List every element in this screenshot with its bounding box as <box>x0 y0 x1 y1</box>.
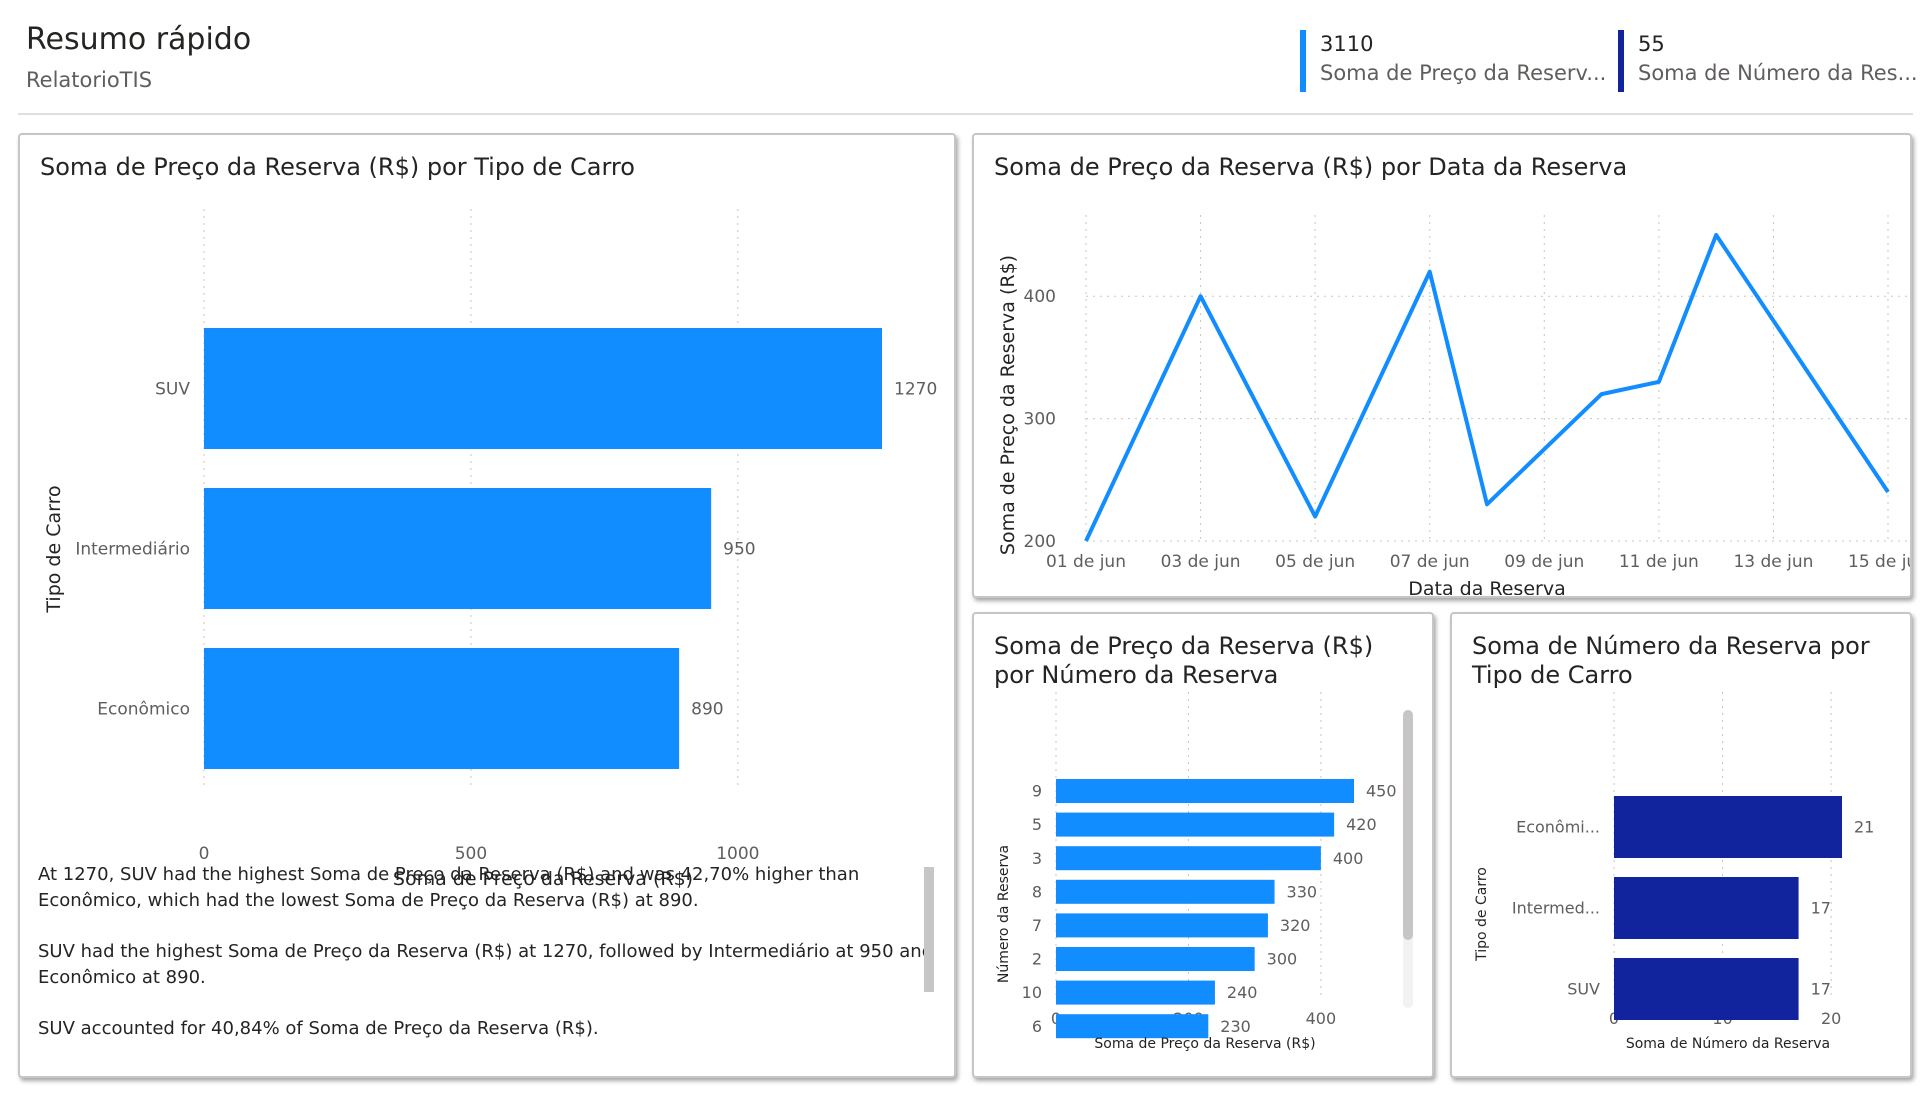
data-label: 230 <box>1220 1017 1251 1036</box>
y-tick-label: 200 <box>1024 532 1056 552</box>
bar <box>1056 947 1255 971</box>
x-tick-label: 13 de jun <box>1733 552 1813 572</box>
chart-title: Soma de Preço da Reserva (R$) por Data d… <box>994 153 1628 181</box>
bar <box>1614 877 1799 939</box>
chart-svg-count-by-car: 01020Econômi...21Intermed...17SUV17Soma … <box>1474 692 1874 1052</box>
y-category-label: 2 <box>1032 950 1042 969</box>
narrative-paragraph: SUV had the highest Soma de Preço da Res… <box>38 941 934 988</box>
y-category-label: 10 <box>1022 983 1042 1002</box>
bar <box>1056 846 1321 871</box>
x-tick-label: 400 <box>1306 1009 1337 1028</box>
data-label: 240 <box>1227 983 1258 1002</box>
bar <box>1056 779 1354 803</box>
y-category-label: 8 <box>1032 882 1042 901</box>
x-tick-label: 0 <box>199 844 210 864</box>
y-category-label: SUV <box>155 379 190 399</box>
kpi-value: 3110 <box>1320 32 1374 56</box>
smart-narrative: At 1270, SUV had the highest Soma de Pre… <box>38 862 938 1067</box>
series-line <box>1084 233 1890 542</box>
y-tick-label: 400 <box>1024 287 1056 307</box>
y-category-label: 9 <box>1032 782 1042 801</box>
y-category-label: SUV <box>1567 980 1600 999</box>
y-category-label: Intermediário <box>75 539 190 559</box>
data-label: 21 <box>1854 818 1874 837</box>
y-axis-title: Tipo de Carro <box>1474 867 1490 962</box>
data-label: 950 <box>723 539 755 559</box>
y-axis-title: Número da Reserva <box>996 845 1012 983</box>
x-tick-label: 09 de jun <box>1504 552 1584 572</box>
bar <box>204 648 680 769</box>
header-divider <box>18 113 1913 115</box>
chart-svg-price-by-date: 200 300 400 01 de jun 03 de jun 05 de jun 07 d… <box>997 215 1910 595</box>
y-category-label: 5 <box>1032 815 1042 834</box>
data-label: 890 <box>691 699 723 719</box>
narrative-scrollbar[interactable] <box>924 867 934 992</box>
x-tick-label: 1000 <box>716 844 759 864</box>
data-label: 1270 <box>894 379 937 399</box>
chart-card-price-by-car[interactable]: Soma de Preço da Reserva (R$) por Tipo d… <box>18 133 956 1078</box>
bar <box>1056 1014 1209 1039</box>
y-tick-label: 300 <box>1024 410 1056 430</box>
report-name: RelatorioTIS <box>26 68 153 92</box>
bar <box>1056 879 1275 904</box>
y-axis-title: Tipo de Carro <box>43 485 65 613</box>
x-tick-label: 15 de jun <box>1848 552 1910 572</box>
kpi-card-total-price[interactable]: 3110 Soma de Preço da Reserv... <box>1300 30 1610 92</box>
data-label: 17 <box>1811 899 1831 918</box>
y-category-label: 6 <box>1032 1017 1042 1036</box>
x-axis-title: Soma de Preço da Reserva (R$) <box>1094 1036 1315 1052</box>
bar <box>1056 812 1335 837</box>
bar <box>1614 958 1799 1020</box>
chart-card-count-by-car[interactable]: Soma de Número da Reserva por Tipo de Ca… <box>1450 612 1912 1078</box>
kpi-label: Soma de Número da Res... <box>1638 61 1918 85</box>
y-category-label: Econômico <box>97 699 190 719</box>
narrative-paragraph: At 1270, SUV had the highest Soma de Pre… <box>38 864 860 911</box>
bar <box>1056 913 1268 938</box>
y-axis-title: Soma de Preço da Reserva (R$) <box>997 255 1019 555</box>
data-label: 450 <box>1366 782 1397 801</box>
data-label: 330 <box>1287 882 1318 901</box>
y-category-label: 3 <box>1032 849 1042 868</box>
data-label: 300 <box>1267 950 1298 969</box>
bar <box>1056 980 1215 1005</box>
chart-card-price-by-number[interactable]: Soma de Preço da Reserva (R$) por Número… <box>972 612 1434 1078</box>
bar <box>204 488 712 609</box>
kpi-value: 55 <box>1638 32 1665 56</box>
data-label: 420 <box>1346 815 1377 834</box>
bar <box>1614 796 1842 858</box>
data-label: 320 <box>1280 916 1311 935</box>
y-category-label: 7 <box>1032 916 1042 935</box>
x-tick-label: 01 de jun <box>1046 552 1126 572</box>
x-tick-label: 07 de jun <box>1390 552 1470 572</box>
y-category-label: Intermed... <box>1512 899 1600 918</box>
chart-title: Soma de Preço da Reserva (R$) por Tipo d… <box>40 153 635 181</box>
kpi-card-total-count[interactable]: 55 Soma de Número da Res... <box>1618 30 1918 92</box>
kpi-label: Soma de Preço da Reserv... <box>1320 61 1607 85</box>
x-tick-label: 500 <box>455 844 487 864</box>
page-title: Resumo rápido <box>26 22 252 57</box>
chart-svg-price-by-number: 0200400945054203400833073202300102406230… <box>996 692 1397 1052</box>
data-label: 17 <box>1811 980 1831 999</box>
x-tick-label: 20 <box>1821 1009 1841 1028</box>
chart-scrollbar-thumb[interactable] <box>1403 710 1413 940</box>
data-label: 400 <box>1333 849 1364 868</box>
y-category-label: Econômi... <box>1516 818 1600 837</box>
chart-card-price-by-date[interactable]: Soma de Preço da Reserva (R$) por Data d… <box>972 133 1912 598</box>
bar <box>204 328 882 449</box>
chart-scrollbar-track[interactable] <box>1403 710 1413 1008</box>
x-tick-label: 11 de jun <box>1619 552 1699 572</box>
x-axis-title: Data da Reserva <box>1408 578 1565 595</box>
x-tick-label: 05 de jun <box>1275 552 1355 572</box>
chart-svg-price-by-car: 0 500 1000 SUV 1270 Intermediário 950 Econômico… <box>43 209 937 890</box>
narrative-paragraph: SUV accounted for 40,84% of Soma de Preç… <box>38 1018 599 1039</box>
x-tick-label: 03 de jun <box>1161 552 1241 572</box>
x-axis-title: Soma de Número da Reserva <box>1626 1036 1830 1052</box>
